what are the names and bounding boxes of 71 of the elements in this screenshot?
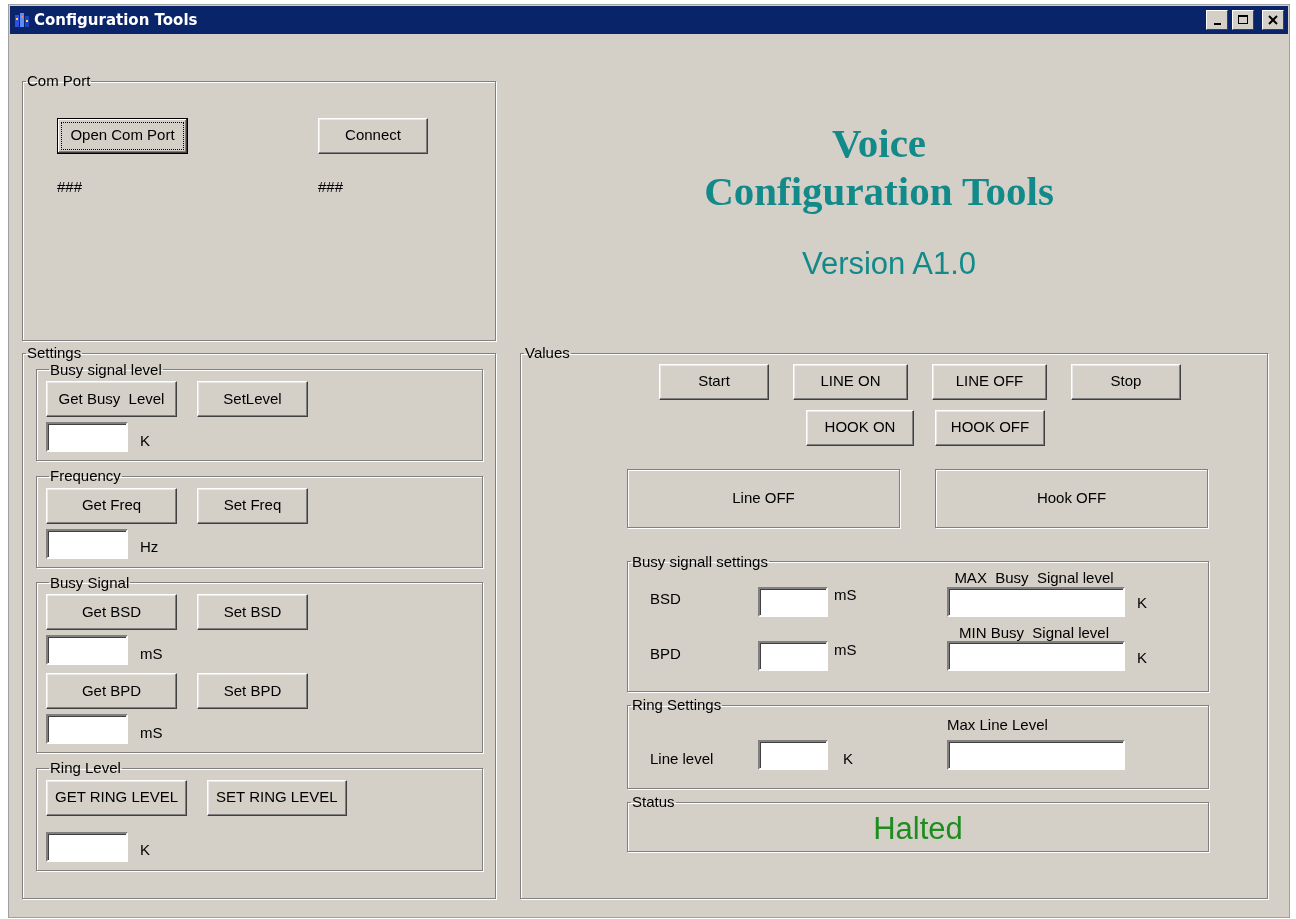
- unit-label: K: [140, 430, 150, 451]
- com-port-button[interactable]: Open Com Port: [57, 117, 188, 154]
- value-field[interactable]: [46, 635, 128, 665]
- group-title: Status: [631, 794, 676, 811]
- field-label: BPD: [650, 643, 682, 664]
- state-indicator: Hook OFF: [935, 468, 1208, 528]
- maximize-button[interactable]: [1232, 10, 1254, 30]
- set-button[interactable]: SetLevel: [197, 381, 308, 417]
- version-text: Version A1.0: [801, 245, 977, 283]
- group-title: Settings: [26, 345, 83, 362]
- value-field[interactable]: [758, 586, 828, 617]
- field-label: MAX Busy Signal level: [954, 570, 1114, 587]
- set-button[interactable]: Set Freq: [197, 487, 308, 524]
- unit-label: K: [1137, 593, 1148, 613]
- status-text: ###: [57, 176, 83, 197]
- control-button[interactable]: HOOK OFF: [935, 409, 1045, 446]
- field-label: BSD: [650, 589, 682, 609]
- control-button[interactable]: LINE ON: [793, 363, 908, 400]
- control-button[interactable]: HOOK ON: [806, 409, 914, 446]
- minimize-button[interactable]: [1206, 10, 1228, 30]
- set-button[interactable]: SET RING LEVEL: [207, 779, 347, 816]
- get-button[interactable]: Get BPD: [46, 673, 177, 709]
- status-text: ###: [318, 176, 344, 197]
- get-button[interactable]: Get Freq: [46, 487, 177, 524]
- set-button[interactable]: Set BSD: [197, 594, 308, 630]
- unit-label: mS: [140, 722, 163, 743]
- value-field[interactable]: [758, 740, 828, 770]
- get-button[interactable]: Get BSD: [46, 594, 177, 630]
- app-title: Voice: [831, 119, 927, 167]
- window-title: Configuration Tools: [34, 9, 199, 31]
- value-field[interactable]: [46, 831, 128, 862]
- maximize-icon: [1237, 14, 1249, 26]
- value-field[interactable]: [46, 714, 128, 744]
- app-title: Configuration Tools: [704, 167, 1054, 215]
- unit-label: mS: [834, 639, 858, 660]
- value-field[interactable]: [46, 528, 128, 559]
- minimize-icon: [1213, 23, 1221, 25]
- value-field[interactable]: [758, 641, 828, 671]
- unit-label: mS: [140, 643, 163, 664]
- level-field[interactable]: [947, 740, 1125, 770]
- field-label: Max Line Level: [947, 714, 1049, 735]
- group-title: Ring Level: [49, 760, 122, 777]
- level-field[interactable]: [947, 586, 1125, 617]
- state-indicator: Line OFF: [627, 468, 900, 528]
- unit-label: K: [843, 748, 854, 769]
- close-icon: [1267, 14, 1279, 26]
- com-port-button[interactable]: Connect: [318, 117, 428, 154]
- app-icon: [14, 12, 30, 28]
- group-title: Busy signall settings: [631, 553, 769, 570]
- group-title: Com Port: [26, 73, 92, 90]
- unit-label: K: [1137, 647, 1148, 668]
- close-button[interactable]: [1262, 10, 1284, 30]
- status-text: Halted: [873, 810, 963, 848]
- set-button[interactable]: Set BPD: [197, 673, 308, 709]
- unit-label: K: [140, 840, 150, 860]
- field-label: MIN Busy Signal level: [958, 624, 1110, 641]
- get-button[interactable]: Get Busy Level: [46, 381, 177, 417]
- field-label: Line level: [650, 748, 715, 769]
- get-button[interactable]: GET RING LEVEL: [46, 779, 188, 816]
- group-title: Values: [524, 345, 571, 362]
- group-title: Ring Settings: [631, 697, 723, 714]
- control-button[interactable]: Start: [659, 363, 769, 400]
- group-title: Busy Signal: [49, 574, 131, 591]
- group-title: Busy signal level: [50, 361, 163, 378]
- control-button[interactable]: LINE OFF: [932, 363, 1047, 400]
- group-title: Frequency: [49, 468, 122, 485]
- value-field[interactable]: [46, 422, 128, 452]
- level-field[interactable]: [947, 641, 1125, 671]
- unit-label: Hz: [140, 537, 159, 557]
- control-button[interactable]: Stop: [1071, 363, 1181, 400]
- unit-label: mS: [834, 585, 858, 605]
